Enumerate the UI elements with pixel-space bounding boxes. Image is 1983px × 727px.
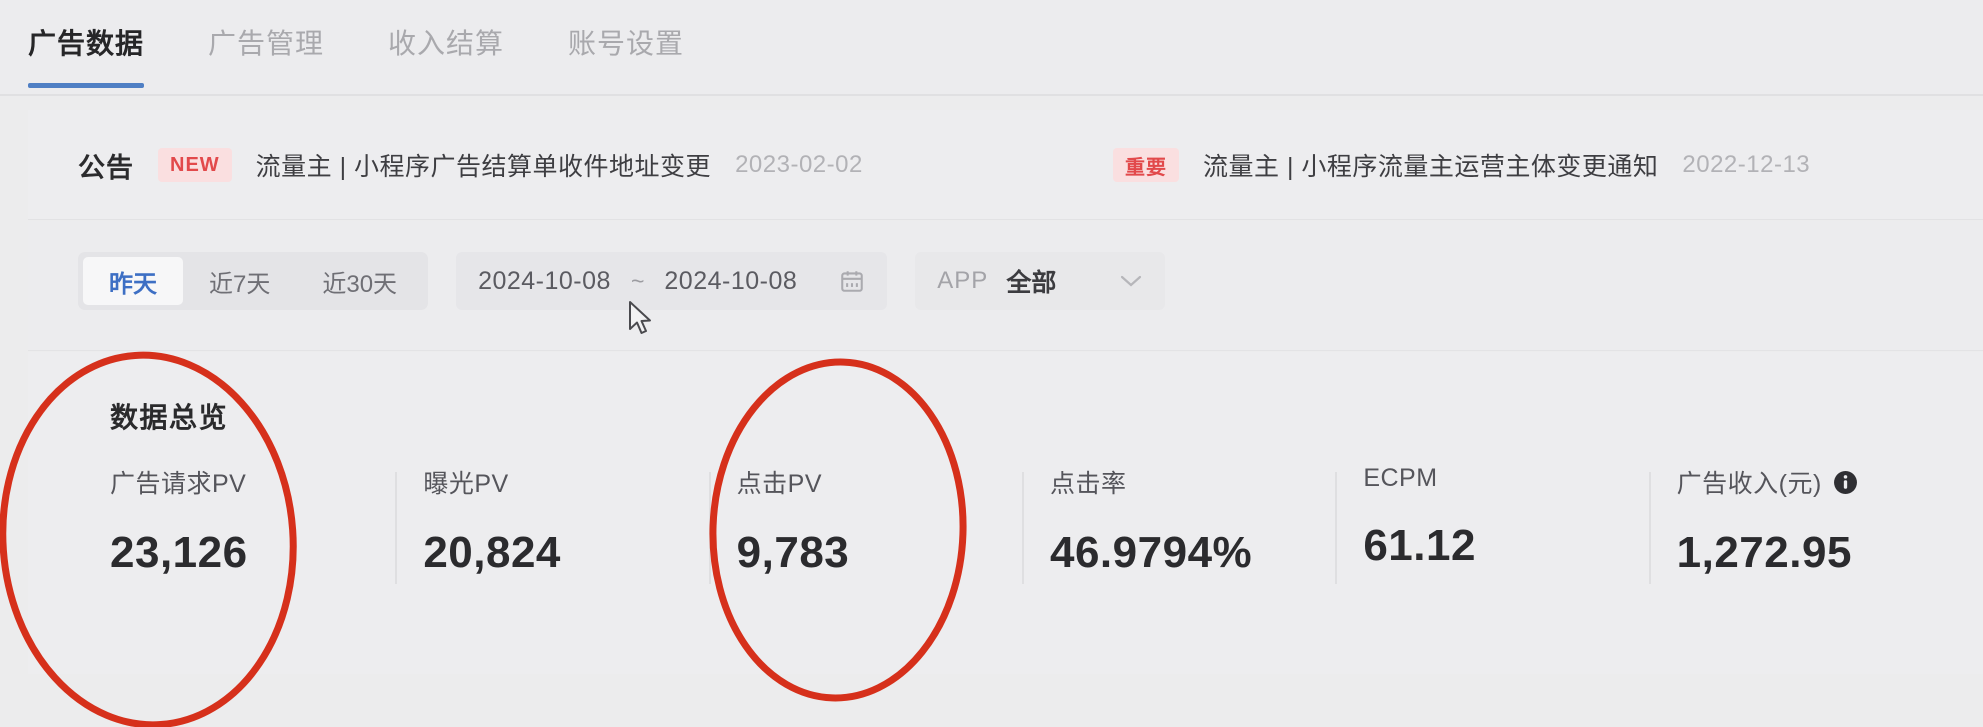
- app-filter-value: 全部: [1006, 269, 1057, 297]
- info-icon[interactable]: [1833, 470, 1858, 495]
- metric-ecpm: ECPM 61.12: [1335, 464, 1648, 584]
- preset-last-30-days[interactable]: 近30天: [296, 257, 423, 305]
- announcement-date: 2023-02-02: [735, 151, 863, 178]
- tab-list: 广告数据 广告管理 收入结算 账号设置: [28, 22, 748, 88]
- metric-click-rate: 点击率 46.9794%: [1021, 464, 1335, 584]
- metric-ad-revenue: 广告收入(元) 1,272.95: [1648, 464, 1962, 584]
- announcement-row: 公告 NEW 流量主 | 小程序广告结算单收件地址变更 2023-02-02: [78, 110, 863, 220]
- metric-label: ECPM: [1363, 464, 1648, 493]
- metric-label-text: 广告请求PV: [110, 470, 247, 498]
- date-range-start[interactable]: 2024-10-08: [478, 267, 611, 296]
- metric-label: 点击率: [1050, 464, 1335, 500]
- announcement-badge-important: 重要: [1113, 148, 1179, 182]
- metric-label: 广告请求PV: [110, 464, 395, 500]
- metric-label-text: 曝光PV: [423, 470, 509, 498]
- announcement-section-title: 公告: [78, 152, 134, 183]
- app-filter-label: APP: [937, 267, 989, 294]
- metric-value: 46.9794%: [1049, 528, 1253, 577]
- announcement-date: 2022-12-13: [1682, 151, 1811, 178]
- date-range-separator: ~: [630, 267, 645, 294]
- metric-click-pv: 点击PV 9,783: [708, 464, 1022, 584]
- announcement-item[interactable]: 重要 流量主 | 小程序流量主运营主体变更通知 2022-12-13: [1113, 110, 1810, 220]
- data-overview-title: 数据总览: [110, 402, 229, 433]
- calendar-icon: [839, 268, 865, 294]
- tab-ad-management[interactable]: 广告管理: [208, 22, 324, 88]
- tab-income-settlement[interactable]: 收入结算: [388, 22, 504, 88]
- metric-impression-pv: 曝光PV 20,824: [395, 464, 708, 584]
- metric-value: 20,824: [423, 528, 561, 577]
- metric-value: 61.12: [1363, 521, 1476, 570]
- main-tab-bar: 广告数据 广告管理 收入结算 账号设置: [0, 0, 1983, 96]
- announcement-link[interactable]: 流量主 | 小程序流量主运营主体变更通知: [1203, 147, 1658, 183]
- metric-label: 广告收入(元): [1677, 464, 1962, 500]
- metric-label-text: ECPM: [1363, 464, 1438, 492]
- metric-label: 点击PV: [737, 464, 1022, 500]
- preset-last-7-days[interactable]: 近7天: [183, 257, 296, 305]
- metric-value: 1,272.95: [1676, 528, 1852, 577]
- date-preset-segmented-control: 昨天 近7天 近30天: [78, 252, 429, 310]
- tab-ad-data[interactable]: 广告数据: [28, 22, 145, 88]
- metric-label-text: 点击PV: [736, 470, 823, 498]
- metric-label-text: 点击率: [1049, 470, 1127, 498]
- ad-data-page: 广告数据 广告管理 收入结算 账号设置 公告 NEW 流量主 | 小程序广告结算…: [0, 0, 1983, 727]
- filter-bar: 昨天 近7天 近30天 2024-10-08 ~ 2024-10-08 APP …: [28, 221, 1983, 351]
- chevron-down-icon: [1119, 274, 1143, 288]
- announcement-bar: 公告 NEW 流量主 | 小程序广告结算单收件地址变更 2023-02-02 重…: [28, 110, 1983, 220]
- date-range-end[interactable]: 2024-10-08: [664, 267, 797, 296]
- tab-account-settings[interactable]: 账号设置: [568, 22, 684, 88]
- data-overview-card: 数据总览 广告请求PV 23,126 曝光PV 20,824 点击PV 9,78…: [28, 352, 1983, 674]
- metric-list: 广告请求PV 23,126 曝光PV 20,824 点击PV 9,783 点击率: [82, 464, 1962, 584]
- announcement-item[interactable]: NEW 流量主 | 小程序广告结算单收件地址变更 2023-02-02: [158, 147, 863, 183]
- metric-label-text: 广告收入(元): [1676, 470, 1822, 498]
- app-filter-dropdown[interactable]: APP 全部: [915, 252, 1166, 310]
- announcement-link[interactable]: 流量主 | 小程序广告结算单收件地址变更: [256, 147, 711, 183]
- date-range-picker[interactable]: 2024-10-08 ~ 2024-10-08: [456, 252, 888, 310]
- filter-controls: 昨天 近7天 近30天 2024-10-08 ~ 2024-10-08 APP …: [78, 252, 1166, 310]
- metric-value: 9,783: [736, 528, 850, 577]
- announcement-badge-new: NEW: [158, 148, 232, 182]
- metric-value: 23,126: [110, 528, 248, 577]
- metric-ad-request-pv: 广告请求PV 23,126: [82, 464, 395, 578]
- metric-label: 曝光PV: [423, 464, 708, 500]
- preset-yesterday[interactable]: 昨天: [83, 257, 183, 305]
